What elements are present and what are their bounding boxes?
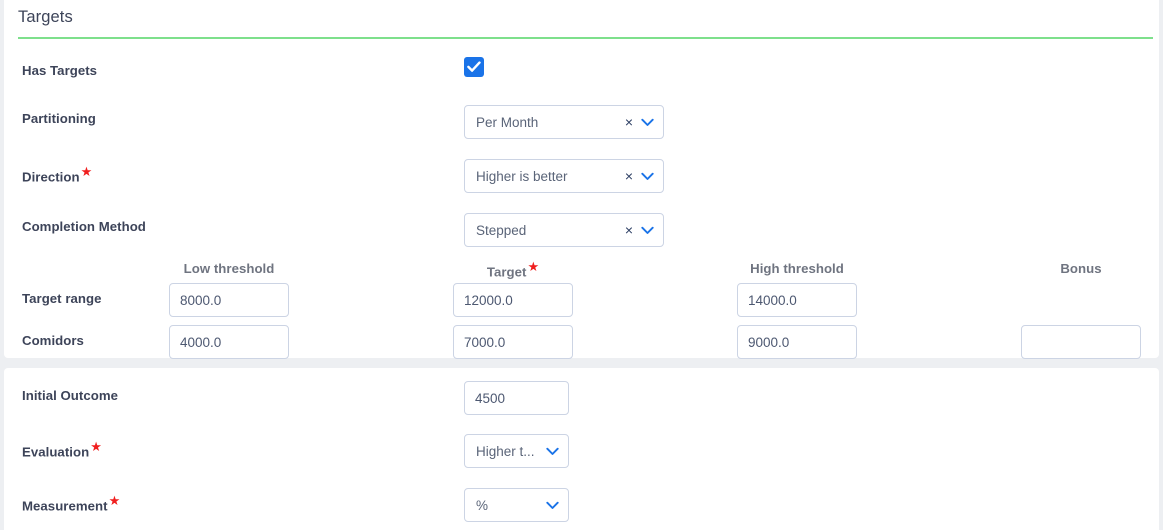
- initial-outcome-input[interactable]: [464, 381, 569, 415]
- direction-select[interactable]: Higher is better ×: [464, 159, 664, 193]
- partitioning-select[interactable]: Per Month ×: [464, 105, 664, 139]
- column-header-low-threshold: Low threshold: [183, 261, 275, 276]
- comidors-bonus-input[interactable]: [1021, 325, 1141, 359]
- close-icon[interactable]: ×: [621, 169, 637, 183]
- target-range-row-label: Target range: [22, 291, 102, 306]
- chevron-down-icon[interactable]: [637, 172, 663, 181]
- has-targets-label: Has Targets: [22, 63, 98, 78]
- chevron-down-icon[interactable]: [542, 501, 568, 510]
- measurement-select-value: %: [476, 497, 489, 513]
- completion-method-select-value: Stepped: [476, 222, 527, 238]
- target-range-low-threshold-input[interactable]: [169, 283, 289, 317]
- direction-select-value: Higher is better: [476, 168, 568, 184]
- completion-method-label: Completion Method: [22, 219, 146, 234]
- comidors-low-threshold-input[interactable]: [169, 325, 289, 359]
- comidors-row-label: Comidors: [22, 333, 84, 348]
- target-range-high-threshold-input[interactable]: [737, 283, 857, 317]
- measurement-select[interactable]: %: [464, 488, 569, 522]
- outcome-panel: Initial Outcome Evaluation★ Higher t... …: [4, 368, 1159, 530]
- column-header-high-threshold: High threshold: [750, 261, 844, 276]
- targets-section-header: Targets: [4, 0, 1159, 39]
- initial-outcome-label: Initial Outcome: [22, 388, 119, 403]
- has-targets-checkbox[interactable]: [464, 57, 484, 77]
- measurement-label: Measurement★: [22, 493, 121, 514]
- evaluation-select-value: Higher t...: [476, 443, 535, 459]
- target-range-target-input[interactable]: [453, 283, 573, 317]
- required-indicator: ★: [527, 259, 540, 274]
- targets-form-screen: Targets Has Targets Partitioning Per Mon…: [0, 0, 1163, 530]
- column-header-target: Target★: [486, 259, 540, 280]
- chevron-down-icon[interactable]: [637, 118, 663, 127]
- completion-method-select[interactable]: Stepped ×: [464, 213, 664, 247]
- targets-panel: Targets Has Targets Partitioning Per Mon…: [4, 0, 1159, 359]
- page-title: Targets: [18, 8, 73, 26]
- close-icon[interactable]: ×: [621, 223, 637, 237]
- evaluation-label: Evaluation★: [22, 439, 102, 460]
- partitioning-label: Partitioning: [22, 111, 96, 126]
- column-header-bonus: Bonus: [1060, 261, 1102, 276]
- required-indicator: ★: [80, 164, 93, 179]
- chevron-down-icon[interactable]: [637, 226, 663, 235]
- required-indicator: ★: [108, 493, 121, 508]
- evaluation-select[interactable]: Higher t...: [464, 434, 569, 468]
- partitioning-select-value: Per Month: [476, 114, 539, 130]
- required-indicator: ★: [90, 439, 102, 454]
- direction-label: Direction★: [22, 164, 93, 185]
- close-icon[interactable]: ×: [621, 115, 637, 129]
- section-accent-rule: [18, 37, 1153, 39]
- comidors-target-input[interactable]: [453, 325, 573, 359]
- chevron-down-icon[interactable]: [542, 447, 568, 456]
- comidors-high-threshold-input[interactable]: [737, 325, 857, 359]
